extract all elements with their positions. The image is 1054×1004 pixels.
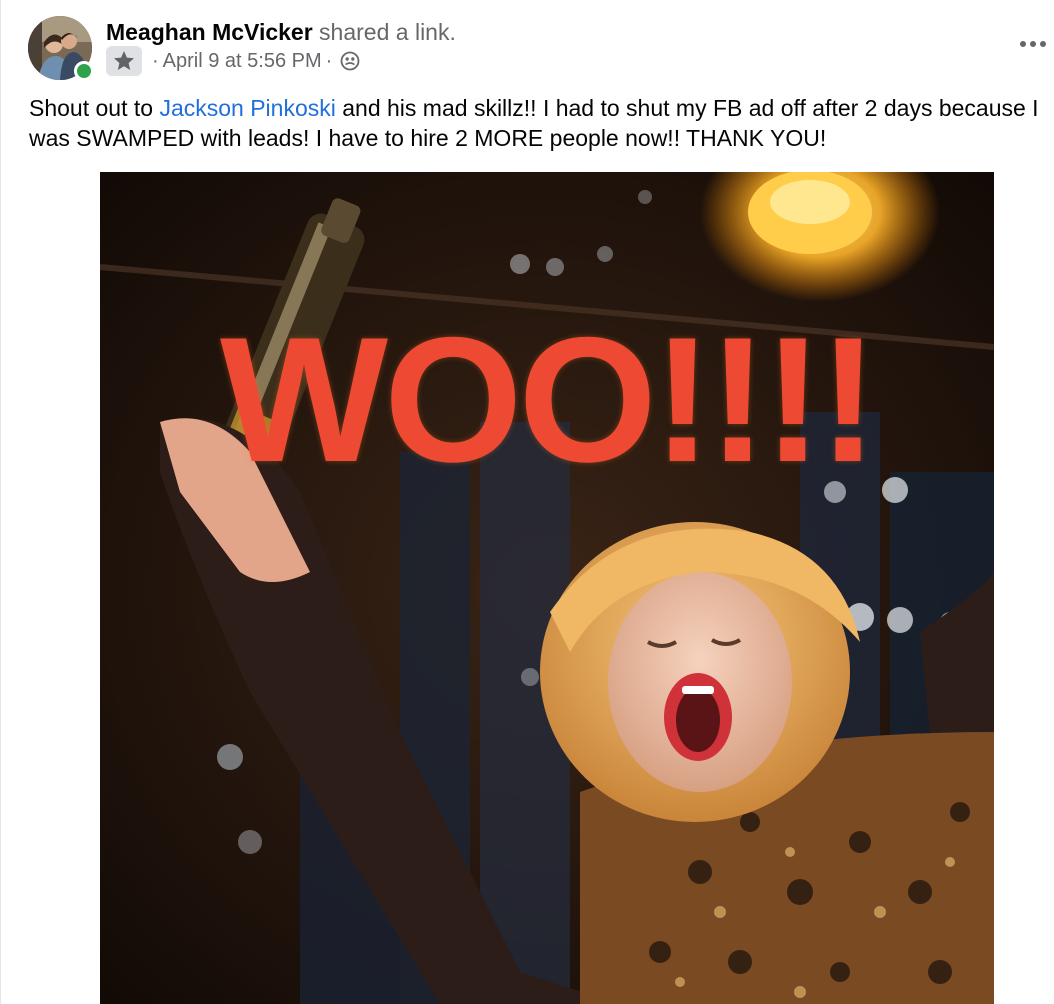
post-meta: · April 9 at 5:56 PM ·: [106, 46, 360, 76]
post-card: Meaghan McVicker shared a link. · April …: [0, 0, 1054, 1004]
separator-dot: ·: [325, 49, 333, 72]
post-header: Meaghan McVicker shared a link.: [106, 18, 456, 46]
post-timestamp[interactable]: April 9 at 5:56 PM: [163, 50, 322, 73]
card-border: [0, 0, 1, 1004]
author-name[interactable]: Meaghan McVicker: [106, 19, 313, 45]
separator-dot: ·: [152, 49, 159, 72]
online-status-icon: [74, 61, 94, 81]
globe-icon[interactable]: [340, 51, 360, 71]
mention-link[interactable]: Jackson Pinkoski: [159, 95, 335, 121]
post-message: Shout out to Jackson Pinkoski and his ma…: [29, 93, 1049, 153]
post-text-start: Shout out to: [29, 95, 160, 121]
action-text: shared a link.: [312, 19, 456, 45]
star-badge-icon[interactable]: [106, 46, 142, 76]
more-options-icon[interactable]: [1018, 34, 1048, 54]
shared-gif[interactable]: WOO!!!!: [100, 172, 994, 1004]
